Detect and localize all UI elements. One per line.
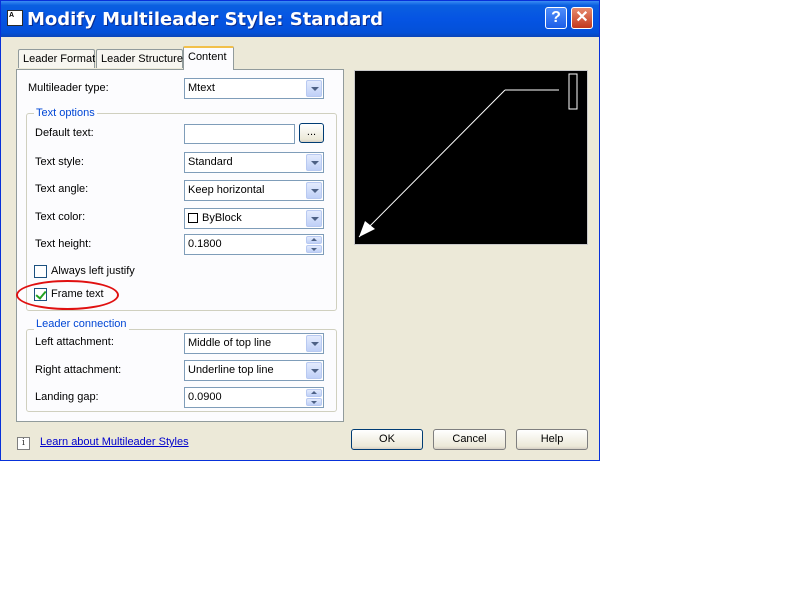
text-height-spinner[interactable]: 0.1800 [184, 234, 324, 255]
text-angle-value: Keep horizontal [188, 184, 265, 196]
text-color-value-text: ByBlock [202, 212, 242, 224]
leader-preview [354, 70, 588, 245]
content-tab-panel: Multileader type: Mtext Text options Def… [16, 69, 344, 422]
text-color-dropdown[interactable]: ByBlock [184, 208, 324, 229]
text-height-label: Text height: [35, 238, 92, 250]
left-attachment-dropdown[interactable]: Middle of top line [184, 333, 324, 354]
dialog-window: A Modify Multileader Style: Standard ? ✕… [0, 0, 600, 461]
leader-line [358, 89, 506, 238]
help-title-button[interactable]: ? [545, 7, 567, 29]
chevron-down-icon[interactable] [306, 80, 322, 97]
cancel-button[interactable]: Cancel [433, 429, 506, 450]
info-icon: i [17, 437, 30, 450]
chevron-down-icon[interactable] [306, 210, 322, 227]
landing-gap-label: Landing gap: [35, 391, 99, 403]
text-angle-dropdown[interactable]: Keep horizontal [184, 180, 324, 201]
multileader-type-label: Multileader type: [28, 82, 109, 94]
right-attachment-dropdown[interactable]: Underline top line [184, 360, 324, 381]
autocad-app-icon: A [7, 10, 23, 26]
text-color-value: ByBlock [188, 212, 242, 224]
leader-preview-drawing [358, 73, 578, 238]
chevron-down-icon[interactable] [306, 154, 322, 171]
text-frame-rect [568, 73, 578, 110]
tab-leader-structure[interactable]: Leader Structure [96, 49, 183, 68]
text-options-group-title: Text options [34, 107, 97, 119]
close-button[interactable]: ✕ [571, 7, 593, 29]
landing-gap-spinner[interactable]: 0.0900 [184, 387, 324, 408]
dialog-title: Modify Multileader Style: Standard [27, 9, 384, 30]
spin-down-icon[interactable] [306, 245, 322, 253]
default-text-field[interactable] [184, 124, 295, 144]
ok-button[interactable]: OK [351, 429, 423, 450]
title-bar[interactable]: A Modify Multileader Style: Standard ? ✕ [1, 1, 599, 37]
spinner-arrows-icon[interactable] [306, 236, 322, 253]
default-text-browse-button[interactable]: ... [299, 123, 324, 143]
left-attachment-label: Left attachment: [35, 336, 114, 348]
multileader-type-value: Mtext [188, 82, 215, 94]
learn-about-link[interactable]: Learn about Multileader Styles [40, 436, 189, 448]
multileader-type-dropdown[interactable]: Mtext [184, 78, 324, 99]
text-style-value: Standard [188, 156, 233, 168]
tab-leader-format[interactable]: Leader Format [18, 49, 95, 68]
spin-up-icon[interactable] [306, 236, 322, 244]
default-text-label: Default text: [35, 127, 94, 139]
tab-content[interactable]: Content [183, 46, 234, 70]
landing-gap-value: 0.0900 [188, 391, 222, 403]
text-style-dropdown[interactable]: Standard [184, 152, 324, 173]
right-attachment-label: Right attachment: [35, 364, 122, 376]
always-left-justify-checkbox[interactable] [34, 265, 47, 278]
text-color-label: Text color: [35, 211, 86, 223]
chevron-down-icon[interactable] [306, 362, 322, 379]
left-attachment-value: Middle of top line [188, 337, 272, 349]
spinner-arrows-icon[interactable] [306, 389, 322, 406]
leader-connection-group-title: Leader connection [34, 318, 129, 330]
text-style-label: Text style: [35, 156, 84, 168]
spin-up-icon[interactable] [306, 389, 322, 397]
text-angle-label: Text angle: [35, 183, 89, 195]
always-left-justify-label[interactable]: Always left justify [51, 265, 135, 277]
chevron-down-icon[interactable] [306, 182, 322, 199]
text-height-value: 0.1800 [188, 238, 222, 250]
chevron-down-icon[interactable] [306, 335, 322, 352]
right-attachment-value: Underline top line [188, 364, 274, 376]
help-button[interactable]: Help [516, 429, 588, 450]
annotation-ellipse [16, 280, 119, 310]
spin-down-icon[interactable] [306, 398, 322, 406]
color-swatch-icon [188, 213, 198, 223]
